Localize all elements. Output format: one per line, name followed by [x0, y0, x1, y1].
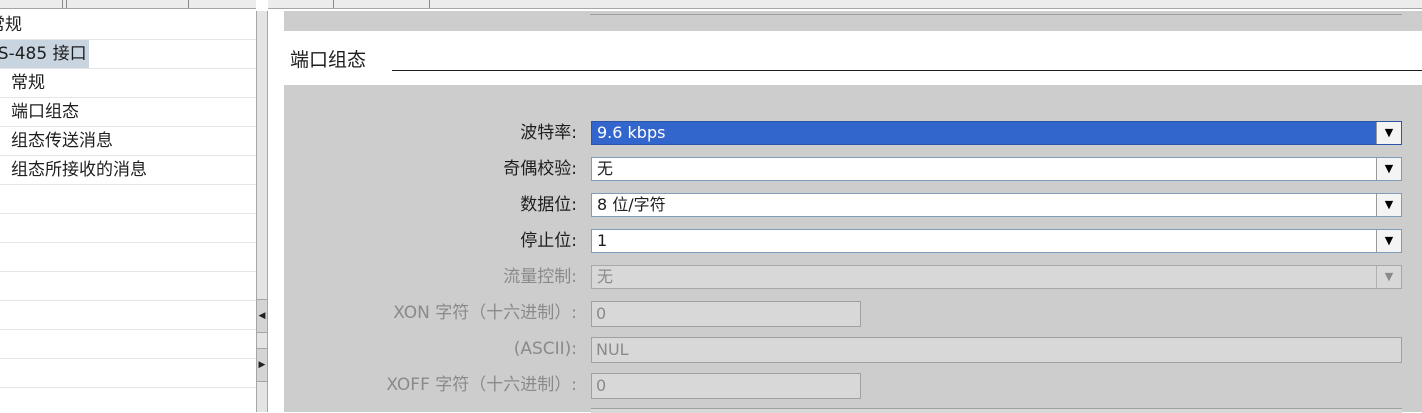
tree-item-config-receive[interactable]: 组态所接收的消息 — [0, 156, 256, 185]
tree-item-config-transmit[interactable]: 组态传送消息 — [0, 127, 256, 156]
xon-ascii-value: NUL — [596, 340, 629, 359]
tree-empty-row — [0, 272, 256, 301]
previous-field-edge — [590, 11, 1402, 15]
tree-item-label: 组态所接收的消息 — [11, 160, 147, 180]
splitter-bar[interactable]: ◀ ▶ — [256, 11, 268, 412]
xoff-hex-input[interactable]: 0 — [591, 373, 861, 399]
tree-item-general[interactable]: 常规 — [0, 11, 256, 40]
tree-item-rs485-general[interactable]: 常规 — [0, 69, 256, 98]
collapse-left-button[interactable]: ◀ — [257, 299, 267, 333]
flow-control-dropdown[interactable]: 无 ▼ — [591, 265, 1402, 289]
dropdown-arrow-icon[interactable]: ▼ — [1376, 158, 1401, 180]
xon-hex-label: XON 字符（十六进制）: — [393, 303, 577, 323]
tree-empty-row — [0, 330, 256, 359]
dropdown-arrow-icon[interactable]: ▼ — [1376, 194, 1401, 216]
dropdown-arrow-icon[interactable]: ▼ — [1376, 266, 1401, 288]
parity-dropdown[interactable]: 无 ▼ — [591, 157, 1402, 181]
tab-separator — [188, 0, 189, 8]
parity-value: 无 — [597, 159, 614, 178]
tab-separator — [62, 0, 63, 8]
tab-strip — [188, 0, 1422, 9]
project-tree: 常规 RS-485 接口 常规 端口组态 组态传送消息 组态所接收的消息 — [0, 0, 256, 412]
xon-hex-input[interactable]: 0 — [591, 301, 861, 327]
tree-item-label: 常规 — [0, 15, 22, 35]
tab-strip — [0, 0, 256, 9]
tree-empty-row — [0, 388, 256, 412]
expand-right-button[interactable]: ▶ — [257, 348, 267, 382]
arrow-right-icon: ▶ — [258, 360, 266, 370]
tree-item-port-config[interactable]: 端口组态 — [0, 98, 256, 127]
properties-panel: 端口组态 波特率: 9.6 kbps ▼ 奇偶校验: 无 ▼ 数据位: 8 位/… — [188, 0, 1422, 413]
arrow-left-icon: ◀ — [258, 311, 266, 321]
data-bits-label: 数据位: — [520, 195, 577, 215]
xon-ascii-input[interactable]: NUL — [591, 337, 1402, 363]
tree-empty-row — [0, 301, 256, 330]
tree-item-label: 常规 — [11, 73, 45, 93]
section-title-rule — [392, 70, 1422, 71]
section-title: 端口组态 — [290, 49, 367, 71]
tab-separator — [429, 0, 430, 8]
xoff-hex-value: 0 — [596, 376, 607, 395]
next-field-edge — [591, 408, 1402, 413]
stop-bits-dropdown[interactable]: 1 ▼ — [591, 229, 1402, 253]
tree-empty-row — [0, 185, 256, 214]
previous-section-panel — [284, 11, 1422, 31]
baud-rate-dropdown[interactable]: 9.6 kbps ▼ — [591, 121, 1402, 145]
tree-empty-row — [0, 243, 256, 272]
flow-control-value: 无 — [597, 267, 614, 286]
stop-bits-label: 停止位: — [520, 231, 577, 251]
xon-ascii-label: (ASCII): — [513, 339, 577, 359]
dropdown-arrow-icon[interactable]: ▼ — [1376, 230, 1401, 252]
tree-item-label: 端口组态 — [11, 102, 79, 122]
tree-item-label: 组态传送消息 — [11, 131, 113, 151]
data-bits-value: 8 位/字符 — [597, 195, 666, 214]
xon-hex-value: 0 — [596, 304, 607, 323]
dropdown-arrow-icon[interactable]: ▼ — [1376, 122, 1401, 144]
tree-item-label: RS-485 接口 — [0, 40, 89, 68]
tab-separator — [66, 0, 67, 8]
tree-empty-row — [0, 359, 256, 388]
flow-control-label: 流量控制: — [503, 267, 577, 287]
baud-rate-value: 9.6 kbps — [597, 123, 666, 142]
xoff-hex-label: XOFF 字符（十六进制）: — [386, 375, 577, 395]
data-bits-dropdown[interactable]: 8 位/字符 ▼ — [591, 193, 1402, 217]
tree-empty-row — [0, 214, 256, 243]
stop-bits-value: 1 — [597, 231, 608, 250]
baud-rate-label: 波特率: — [520, 123, 577, 143]
tree-item-rs485-interface[interactable]: RS-485 接口 — [0, 40, 256, 69]
parity-label: 奇偶校验: — [503, 159, 577, 179]
tab-separator — [333, 0, 334, 8]
